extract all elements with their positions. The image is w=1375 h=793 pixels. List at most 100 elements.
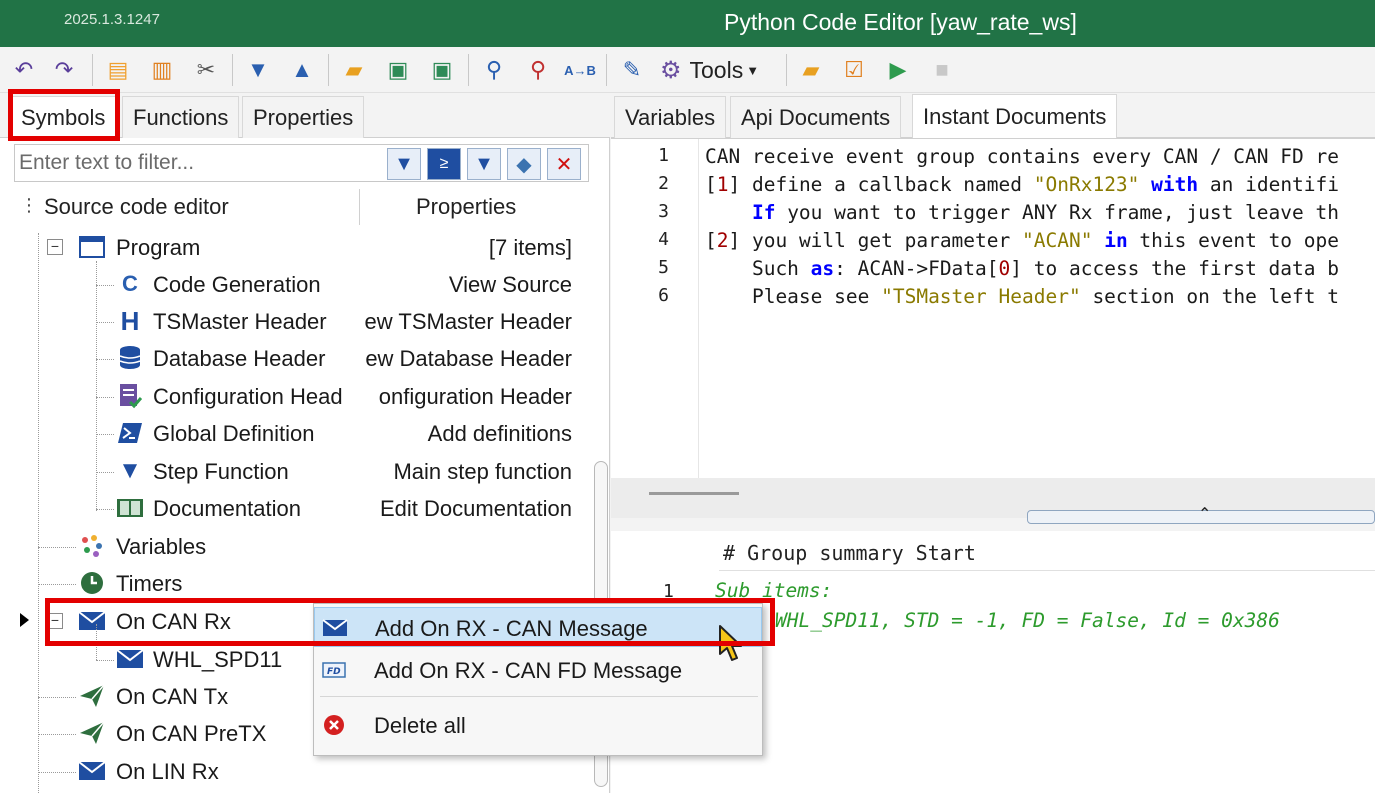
powershell-icon — [116, 419, 144, 447]
move-down-icon[interactable]: ▼ — [242, 54, 274, 86]
code-editor[interactable]: 1 2 3 4 5 6 CAN receive event group cont… — [611, 138, 1375, 479]
line-number: 1 — [663, 581, 674, 602]
tree-line — [38, 772, 76, 773]
database-icon — [116, 344, 144, 372]
context-menu: Add On RX - CAN Message FD Add On RX - C… — [313, 603, 763, 756]
book-icon — [116, 494, 144, 522]
tree-label: Database Header — [153, 346, 326, 371]
can-fd-icon: FD — [320, 658, 348, 682]
copy-icon[interactable]: ▤ — [102, 54, 134, 86]
menu-item-delete-all[interactable]: Delete all — [314, 705, 762, 745]
tab-instant-documents[interactable]: Instant Documents — [912, 94, 1118, 138]
splitter-grip[interactable] — [649, 492, 739, 495]
filter-bar: ▼ ≥ ▼ ◆ ✕ — [14, 144, 589, 182]
left-tab-strip: Symbols Functions Properties — [0, 93, 610, 138]
edit-icon[interactable]: ✎ — [616, 54, 648, 86]
tab-api-documents[interactable]: Api Documents — [730, 96, 902, 138]
tools-label: Tools — [689, 56, 744, 83]
redo-icon[interactable]: ↷ — [48, 54, 80, 86]
line-number: 5 — [658, 257, 669, 278]
tree-line — [96, 434, 114, 435]
window-title: Python Code Editor [yaw_rate_ws] — [724, 9, 1077, 35]
menu-item-label: Add On RX - CAN FD Message — [374, 658, 683, 683]
step-triangle-icon: ▼ — [118, 457, 142, 484]
gear-icon: ⚙ — [660, 56, 682, 84]
tools-menu-button[interactable]: ⚙ Tools ▼ — [660, 54, 759, 86]
code-line: [1] define a callback named "OnRx123" wi… — [705, 173, 1340, 196]
menu-separator — [320, 696, 758, 697]
tree-prop: ew Database Header — [365, 346, 572, 371]
tree-label: On CAN Tx — [116, 684, 229, 709]
tree-node-variables[interactable]: Variables — [0, 529, 590, 566]
tree-line — [96, 624, 97, 660]
tab-functions[interactable]: Functions — [122, 96, 240, 138]
panel-splitter[interactable]: ⌃ — [611, 478, 1375, 524]
menu-item-label: Add On RX - CAN Message — [375, 616, 648, 641]
right-tab-strip: Variables Api Documents Instant Document… — [611, 93, 1375, 138]
tree-line — [96, 472, 114, 473]
tree-node-documentation[interactable]: Documentation Edit Documentation — [0, 491, 590, 528]
send-icon — [78, 719, 106, 747]
step-filter-icon[interactable]: ▼ — [467, 148, 501, 180]
run-icon[interactable]: ▶ — [882, 54, 914, 86]
tree-line — [38, 734, 76, 735]
open-folder-icon[interactable]: ▰ — [338, 54, 370, 86]
powershell-filter-icon[interactable]: ≥ — [427, 148, 461, 180]
cut-icon[interactable]: ✂ — [190, 54, 222, 86]
line-number: 1 — [658, 145, 669, 166]
move-up-icon[interactable]: ▲ — [286, 54, 318, 86]
tab-symbols[interactable]: Symbols — [10, 96, 117, 138]
svg-text:FD: FD — [327, 667, 341, 677]
tree-header-source[interactable]: Source code editor — [44, 194, 229, 220]
tree-node-timers[interactable]: Timers — [0, 566, 590, 603]
tree-header-properties[interactable]: Properties — [416, 194, 516, 220]
tree-node-code-generation[interactable]: C Code Generation View Source — [0, 267, 590, 304]
can-message-icon — [321, 616, 349, 640]
tree-node-program[interactable]: − Program [7 items] — [0, 230, 590, 267]
output-line: Sub items: — [715, 579, 833, 602]
menu-item-add-can-fd-message[interactable]: FD Add On RX - CAN FD Message — [314, 650, 762, 690]
tree-node-global-definition[interactable]: Global Definition Add definitions — [0, 416, 590, 453]
header-h-icon: H — [120, 305, 140, 336]
tab-properties[interactable]: Properties — [242, 96, 365, 138]
collapse-icon[interactable]: − — [47, 613, 63, 629]
python-icon[interactable]: ◆ — [507, 148, 541, 180]
code-line: If you want to trigger ANY Rx frame, jus… — [751, 201, 1339, 224]
tree-node-tsmaster-header[interactable]: H TSMaster Header ew TSMaster Header — [0, 304, 590, 341]
code-generation-icon: C — [122, 271, 138, 296]
paste-icon[interactable]: ▥ — [146, 54, 178, 86]
collapse-icon[interactable]: − — [47, 239, 63, 255]
checklist-icon[interactable]: ☑ — [838, 54, 870, 86]
tree-node-configuration-header[interactable]: Configuration Head onfiguration Header — [0, 379, 590, 416]
envelope-icon — [78, 607, 106, 635]
send-icon — [78, 682, 106, 710]
save-icon[interactable]: ▣ — [382, 54, 414, 86]
tree-label: Global Definition — [153, 421, 315, 446]
find-replace-icon[interactable]: ⚲ — [522, 54, 554, 86]
line-number: 2 — [658, 173, 669, 194]
clear-filter-icon[interactable]: ✕ — [547, 148, 581, 180]
tree-node-on-lin-rx[interactable]: On LIN Rx — [0, 754, 590, 791]
filter-icon[interactable]: ▼ — [387, 148, 421, 180]
tree-prop: View Source — [448, 272, 572, 297]
tab-variables[interactable]: Variables — [614, 96, 727, 138]
spell-check-icon[interactable]: A→B — [564, 54, 596, 86]
chevron-up-icon[interactable]: ⌃ — [1198, 504, 1211, 524]
menu-item-add-can-message[interactable]: Add On RX - CAN Message — [314, 607, 762, 647]
save-all-icon[interactable]: ▣ — [426, 54, 458, 86]
undo-icon[interactable]: ↶ — [8, 54, 40, 86]
code-line: CAN receive event group contains every C… — [705, 145, 1339, 168]
tree-line — [38, 697, 76, 698]
configuration-icon — [116, 382, 144, 410]
stop-icon[interactable]: ■ — [926, 54, 958, 86]
tree-list-icon: ⋮ — [20, 195, 38, 215]
folder-icon[interactable]: ▰ — [795, 54, 827, 86]
tree-label: Code Generation — [153, 272, 321, 297]
tree-label: Timers — [116, 571, 183, 596]
tree-node-step-function[interactable]: ▼ Step Function Main step function — [0, 454, 590, 491]
filter-input[interactable] — [19, 149, 379, 177]
tree-node-database-header[interactable]: Database Header ew Database Header — [0, 341, 590, 378]
find-icon[interactable]: ⚲ — [478, 54, 510, 86]
tree-line — [96, 285, 114, 286]
tree-label: On LIN Rx — [116, 759, 219, 784]
